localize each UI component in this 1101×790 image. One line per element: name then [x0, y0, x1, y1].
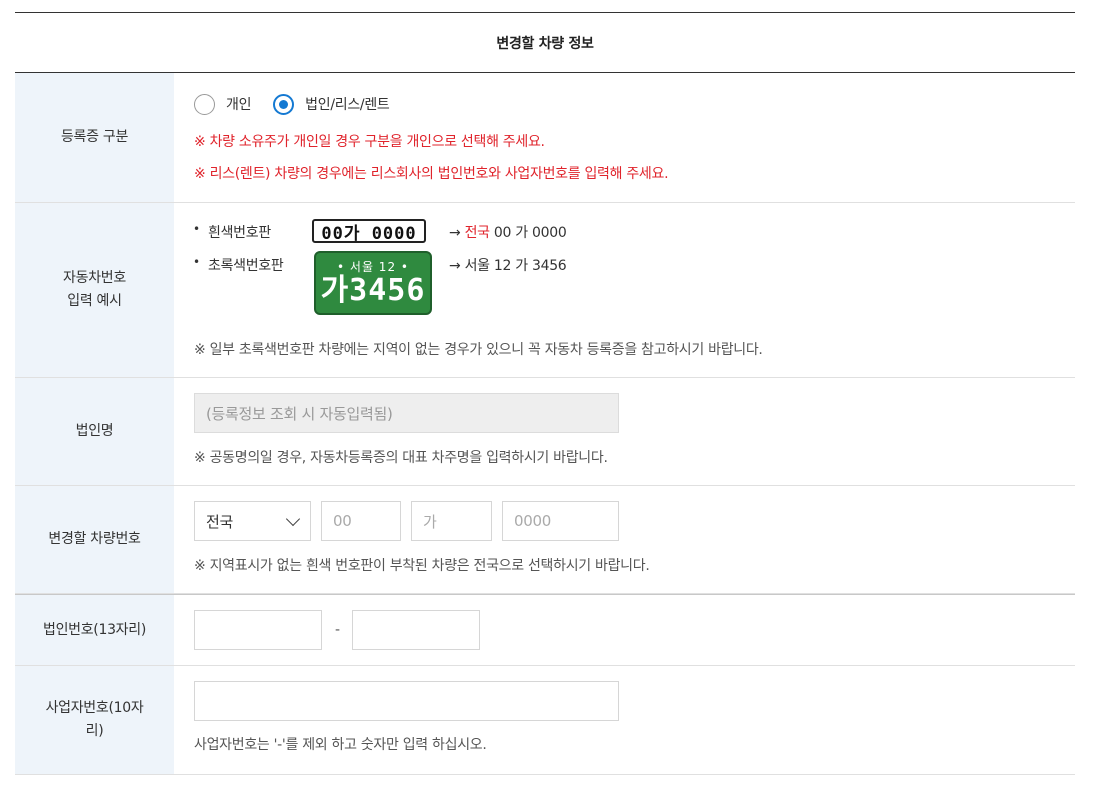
warning-individual: ※ 차량 소유주가 개인일 경우 구분을 개인으로 선택해 주세요. — [194, 134, 545, 150]
business-number-input[interactable] — [194, 681, 619, 721]
radio-label-corporate[interactable]: 법인/리스/렌트 — [305, 94, 390, 114]
business-number-note: 사업자번호는 '-'를 제외 하고 숫자만 입력 하십시오. — [194, 737, 487, 753]
vehicle-number-note: ※ 지역표시가 없는 흰색 번호판이 부착된 차량은 전국으로 선택하시기 바랍… — [194, 558, 650, 574]
registration-type-radios: 개인 법인/리스/렌트 — [194, 92, 412, 116]
green-plate-name: 초록색번호판 — [208, 258, 284, 274]
row-registration-type: 등록증 구분 개인 법인/리스/렌트 ※ 차량 소유주가 개인일 경우 구분을 … — [15, 73, 1075, 203]
corp-name-label: 법인명 — [15, 378, 174, 485]
vehicle-number-char-input[interactable]: 가 — [411, 501, 492, 541]
radio-individual[interactable]: 개인 — [194, 93, 251, 115]
row-corp-number: 법인번호(13자리) - — [15, 594, 1075, 666]
corp-number-label: 법인번호(13자리) — [15, 595, 174, 665]
corp-number-second-input[interactable] — [352, 610, 480, 650]
registration-type-label: 등록증 구분 — [15, 73, 174, 202]
business-number-label: 사업자번호(10자 리) — [15, 666, 174, 774]
region-select[interactable]: 전국 — [194, 501, 311, 541]
bullet-white: • — [193, 222, 200, 236]
row-corp-name: 법인명 (등록정보 조회 시 자동입력됨) ※ 공동명의일 경우, 자동차등록증… — [15, 378, 1075, 486]
vehicle-number-digits-input[interactable]: 00 — [321, 501, 401, 541]
white-plate-image: 00가 0000 — [312, 219, 426, 244]
plate-example-label-line2: 입력 예시 — [67, 293, 122, 309]
corp-name-input[interactable]: (등록정보 조회 시 자동입력됨) — [194, 393, 619, 433]
radio-label-individual[interactable]: 개인 — [226, 94, 251, 114]
row-business-number: 사업자번호(10자 리) 사업자번호는 '-'를 제외 하고 숫자만 입력 하십… — [15, 666, 1075, 775]
radio-circle-individual[interactable] — [194, 93, 215, 115]
business-number-label-line2: 리) — [85, 723, 104, 739]
plate-example-note: ※ 일부 초록색번호판 차량에는 지역이 없는 경우가 있으니 꼭 자동차 등록… — [194, 342, 763, 358]
business-number-label-line1: 사업자번호(10자 — [45, 700, 144, 716]
white-plate-region: 전국 — [464, 225, 490, 241]
vehicle-number-serial-input[interactable]: 0000 — [502, 501, 619, 541]
white-plate-result-rest: 00 가 0000 — [489, 225, 567, 241]
green-plate-result: → 서울 12 가 3456 — [449, 258, 567, 274]
white-plate-name: 흰색번호판 — [208, 225, 271, 241]
vehicle-number-label: 변경할 차량번호 — [15, 486, 174, 593]
region-select-value[interactable]: 전국 — [206, 511, 233, 532]
green-plate-bottom: 가3456 — [320, 273, 426, 308]
vehicle-info-form: 변경할 차량 정보 등록증 구분 개인 법인/리스/렌트 ※ 차량 소유주가 개… — [15, 12, 1075, 775]
row-plate-example: 자동차번호 입력 예시 • 흰색번호판 00가 0000 → 전국 00 가 0… — [15, 203, 1075, 378]
corp-number-first-input[interactable] — [194, 610, 322, 650]
plate-example-label: 자동차번호 입력 예시 — [15, 203, 174, 377]
white-plate-result: → 전국 00 가 0000 — [449, 222, 567, 242]
section-title: 변경할 차량 정보 — [15, 12, 1075, 73]
arrow-icon: → — [449, 225, 461, 241]
chevron-down-icon[interactable] — [285, 511, 301, 526]
corp-number-separator: - — [335, 622, 340, 638]
bullet-green: • — [193, 255, 200, 269]
warning-lease: ※ 리스(렌트) 차량의 경우에는 리스회사의 법인번호와 사업자번호를 입력해… — [194, 166, 669, 182]
green-plate-image: • 서울 12 • 가3456 — [314, 251, 432, 315]
plate-example-label-line1: 자동차번호 — [63, 270, 126, 286]
radio-circle-corporate[interactable] — [273, 93, 295, 115]
row-vehicle-number: 변경할 차량번호 전국 00 가 0000 ※ 지역표시가 없는 흰색 번호판이… — [15, 486, 1075, 594]
corp-name-note: ※ 공동명의일 경우, 자동차등록증의 대표 차주명을 입력하시기 바랍니다. — [194, 450, 608, 466]
radio-corporate[interactable]: 법인/리스/렌트 — [273, 93, 390, 115]
